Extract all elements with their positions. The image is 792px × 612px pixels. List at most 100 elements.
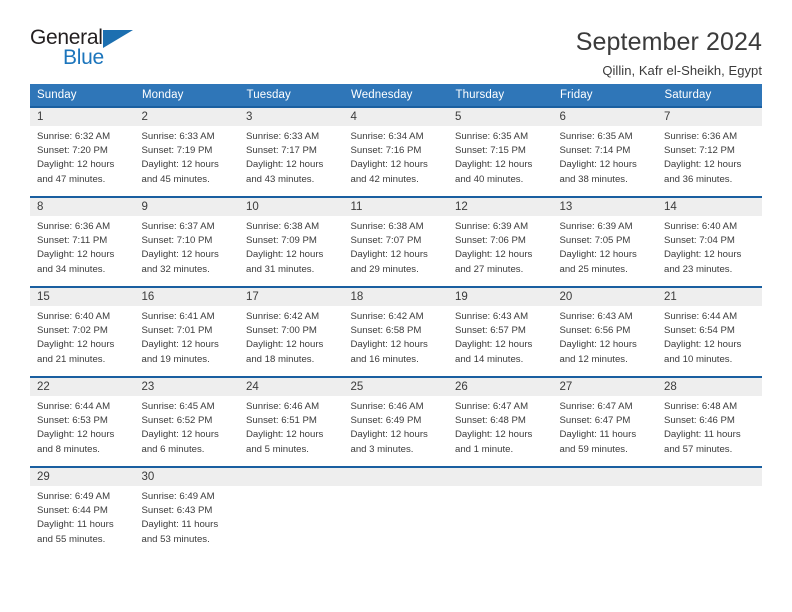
- page-title: September 2024: [575, 28, 762, 56]
- calendar-day-cell[interactable]: 23 Sunrise: 6:45 AM Sunset: 6:52 PM Dayligh…: [134, 376, 239, 467]
- day-number: 16: [134, 288, 239, 306]
- weekday-header-monday: Monday: [134, 84, 240, 107]
- calendar-day-cell[interactable]: 1 Sunrise: 6:32 AM Sunset: 7:20 PM Daylight…: [30, 106, 135, 197]
- day-sun-info: Sunrise: 6:40 AM Sunset: 7:04 PM Daylight:…: [657, 216, 762, 285]
- day-sun-info: Sunrise: 6:48 AM Sunset: 6:46 PM Daylight:…: [657, 396, 762, 465]
- daylight-text-line2: and 16 minutes.: [350, 353, 419, 365]
- calendar-day-cell[interactable]: 25 Sunrise: 6:46 AM Sunset: 6:49 PM Dayligh…: [343, 376, 448, 467]
- title-block: September 2024 Qillin, Kafr el-Sheikh, E…: [150, 26, 762, 78]
- calendar-week-row: 29 Sunrise: 6:49 AM Sunset: 6:44 PM Dayligh…: [30, 466, 762, 557]
- calendar-day-cell[interactable]: 13 Sunrise: 6:39 AM Sunset: 7:05 PM Dayligh…: [552, 196, 657, 287]
- daylight-text-line2: and 53 minutes.: [141, 533, 210, 545]
- sunrise-text: Sunrise: 6:48 AM: [664, 401, 738, 412]
- sunset-text: Sunset: 6:47 PM: [559, 415, 631, 427]
- daylight-text-line1: Daylight: 12 hours: [664, 159, 742, 171]
- sunrise-text: Sunrise: 6:46 AM: [350, 401, 424, 412]
- daylight-text-line2: and 21 minutes.: [37, 353, 106, 365]
- daylight-text-line2: and 43 minutes.: [246, 173, 315, 185]
- calendar-day-cell[interactable]: 2 Sunrise: 6:33 AM Sunset: 7:19 PM Daylight…: [134, 106, 239, 197]
- daylight-text-line1: Daylight: 12 hours: [350, 339, 428, 351]
- day-sun-info: Sunrise: 6:32 AM Sunset: 7:20 PM Daylight:…: [30, 126, 135, 195]
- day-number: 6: [552, 108, 657, 126]
- sunset-text: Sunset: 7:19 PM: [141, 145, 213, 157]
- day-number: 2: [134, 108, 239, 126]
- sunset-text: Sunset: 6:48 PM: [455, 415, 526, 427]
- calendar-day-cell[interactable]: 12 Sunrise: 6:39 AM Sunset: 7:06 PM Dayligh…: [448, 196, 553, 287]
- sunrise-text: Sunrise: 6:45 AM: [141, 401, 215, 412]
- day-sun-info: Sunrise: 6:36 AM Sunset: 7:11 PM Daylight:…: [30, 216, 135, 285]
- sunset-text: Sunset: 7:15 PM: [455, 145, 526, 157]
- daylight-text-line1: Daylight: 12 hours: [350, 159, 428, 171]
- calendar-day-cell[interactable]: 16 Sunrise: 6:41 AM Sunset: 7:01 PM Dayligh…: [134, 286, 239, 377]
- daylight-text-line1: Daylight: 12 hours: [246, 159, 324, 171]
- daylight-text-line1: Daylight: 12 hours: [141, 249, 219, 261]
- day-number: 14: [657, 198, 762, 216]
- calendar-day-cell[interactable]: 11 Sunrise: 6:38 AM Sunset: 7:07 PM Dayligh…: [343, 196, 448, 287]
- sunrise-text: Sunrise: 6:39 AM: [559, 221, 633, 232]
- page-header: General Blue September 2024 Qillin, Kafr…: [30, 0, 762, 78]
- sunset-text: Sunset: 7:12 PM: [664, 145, 735, 157]
- day-sun-info: [553, 486, 658, 498]
- calendar-day-cell[interactable]: 26 Sunrise: 6:47 AM Sunset: 6:48 PM Dayligh…: [448, 376, 553, 467]
- daylight-text-line1: Daylight: 12 hours: [37, 339, 115, 351]
- sunrise-text: Sunrise: 6:47 AM: [559, 401, 633, 412]
- day-sun-info: Sunrise: 6:40 AM Sunset: 7:02 PM Daylight:…: [30, 306, 135, 375]
- calendar-day-cell[interactable]: 7 Sunrise: 6:36 AM Sunset: 7:12 PM Daylight…: [657, 106, 762, 197]
- day-sun-info: Sunrise: 6:39 AM Sunset: 7:06 PM Daylight:…: [448, 216, 553, 285]
- calendar-day-cell[interactable]: 24 Sunrise: 6:46 AM Sunset: 6:51 PM Dayligh…: [239, 376, 344, 467]
- calendar-day-cell[interactable]: 20 Sunrise: 6:43 AM Sunset: 6:56 PM Dayligh…: [552, 286, 657, 377]
- sunset-text: Sunset: 6:52 PM: [141, 415, 213, 427]
- calendar-day-cell[interactable]: 30 Sunrise: 6:49 AM Sunset: 6:43 PM Dayligh…: [134, 466, 239, 557]
- sunrise-text: Sunrise: 6:42 AM: [246, 311, 320, 322]
- daylight-text-line1: Daylight: 12 hours: [246, 249, 324, 261]
- calendar-day-cell[interactable]: 21 Sunrise: 6:44 AM Sunset: 6:54 PM Dayligh…: [657, 286, 762, 377]
- calendar-day-cell[interactable]: 3 Sunrise: 6:33 AM Sunset: 7:17 PM Daylight…: [239, 106, 344, 197]
- weekday-header-wednesday: Wednesday: [343, 84, 449, 107]
- day-sun-info: Sunrise: 6:43 AM Sunset: 6:57 PM Daylight:…: [448, 306, 553, 375]
- daylight-text-line1: Daylight: 11 hours: [37, 519, 114, 531]
- daylight-text-line2: and 31 minutes.: [246, 263, 315, 275]
- calendar-day-cell[interactable]: 19 Sunrise: 6:43 AM Sunset: 6:57 PM Dayligh…: [448, 286, 553, 377]
- sunrise-text: Sunrise: 6:33 AM: [246, 131, 320, 142]
- calendar-day-cell[interactable]: 5 Sunrise: 6:35 AM Sunset: 7:15 PM Daylight…: [448, 106, 553, 197]
- day-sun-info: Sunrise: 6:34 AM Sunset: 7:16 PM Daylight:…: [344, 126, 449, 195]
- day-sun-info: Sunrise: 6:42 AM Sunset: 6:58 PM Daylight:…: [344, 306, 449, 375]
- day-sun-info: Sunrise: 6:44 AM Sunset: 6:53 PM Daylight:…: [30, 396, 135, 465]
- day-number: [448, 468, 553, 486]
- sunrise-text: Sunrise: 6:35 AM: [455, 131, 529, 142]
- calendar-day-cell[interactable]: 29 Sunrise: 6:49 AM Sunset: 6:44 PM Dayligh…: [30, 466, 135, 557]
- calendar-day-cell[interactable]: 18 Sunrise: 6:42 AM Sunset: 6:58 PM Dayligh…: [343, 286, 449, 377]
- sunset-text: Sunset: 6:49 PM: [350, 415, 422, 427]
- sunset-text: Sunset: 7:17 PM: [246, 145, 317, 157]
- calendar-day-cell[interactable]: 22 Sunrise: 6:44 AM Sunset: 6:53 PM Dayligh…: [30, 376, 135, 467]
- day-number: 8: [30, 198, 135, 216]
- sunset-text: Sunset: 7:00 PM: [246, 325, 317, 337]
- sunrise-text: Sunrise: 6:39 AM: [455, 221, 529, 232]
- daylight-text-line2: and 45 minutes.: [141, 173, 210, 185]
- sunset-text: Sunset: 6:53 PM: [37, 415, 108, 427]
- day-number: 11: [343, 198, 448, 216]
- daylight-text-line2: and 29 minutes.: [350, 263, 419, 275]
- calendar-day-cell[interactable]: 10 Sunrise: 6:38 AM Sunset: 7:09 PM Dayligh…: [239, 196, 344, 287]
- daylight-text-line1: Daylight: 12 hours: [664, 249, 742, 261]
- daylight-text-line2: and 40 minutes.: [455, 173, 524, 185]
- calendar-page: General Blue September 2024 Qillin, Kafr…: [0, 0, 792, 612]
- calendar-day-cell[interactable]: 15 Sunrise: 6:40 AM Sunset: 7:02 PM Dayligh…: [30, 286, 135, 377]
- calendar-day-cell[interactable]: 8 Sunrise: 6:36 AM Sunset: 7:11 PM Daylight…: [30, 196, 135, 287]
- calendar-day-cell-empty: [343, 466, 448, 557]
- calendar-day-cell[interactable]: 14 Sunrise: 6:40 AM Sunset: 7:04 PM Dayligh…: [657, 196, 762, 287]
- calendar-day-cell[interactable]: 27 Sunrise: 6:47 AM Sunset: 6:47 PM Dayligh…: [552, 376, 657, 467]
- calendar-day-cell[interactable]: 9 Sunrise: 6:37 AM Sunset: 7:10 PM Daylight…: [134, 196, 239, 287]
- day-number: 25: [343, 378, 448, 396]
- day-number: 23: [134, 378, 239, 396]
- calendar-day-cell[interactable]: 17 Sunrise: 6:42 AM Sunset: 7:00 PM Dayligh…: [239, 286, 344, 377]
- calendar-day-cell[interactable]: 28 Sunrise: 6:48 AM Sunset: 6:46 PM Dayligh…: [657, 376, 762, 467]
- daylight-text-line1: Daylight: 12 hours: [559, 249, 637, 261]
- day-number: 13: [552, 198, 657, 216]
- sunset-text: Sunset: 7:16 PM: [350, 145, 422, 157]
- calendar-day-cell[interactable]: 4 Sunrise: 6:34 AM Sunset: 7:16 PM Daylight…: [343, 106, 449, 197]
- brand-logo[interactable]: General Blue: [30, 26, 150, 74]
- calendar-day-cell[interactable]: 6 Sunrise: 6:35 AM Sunset: 7:14 PM Daylight…: [552, 106, 657, 197]
- sunrise-text: Sunrise: 6:34 AM: [350, 131, 424, 142]
- calendar-day-cell-empty: [448, 466, 553, 557]
